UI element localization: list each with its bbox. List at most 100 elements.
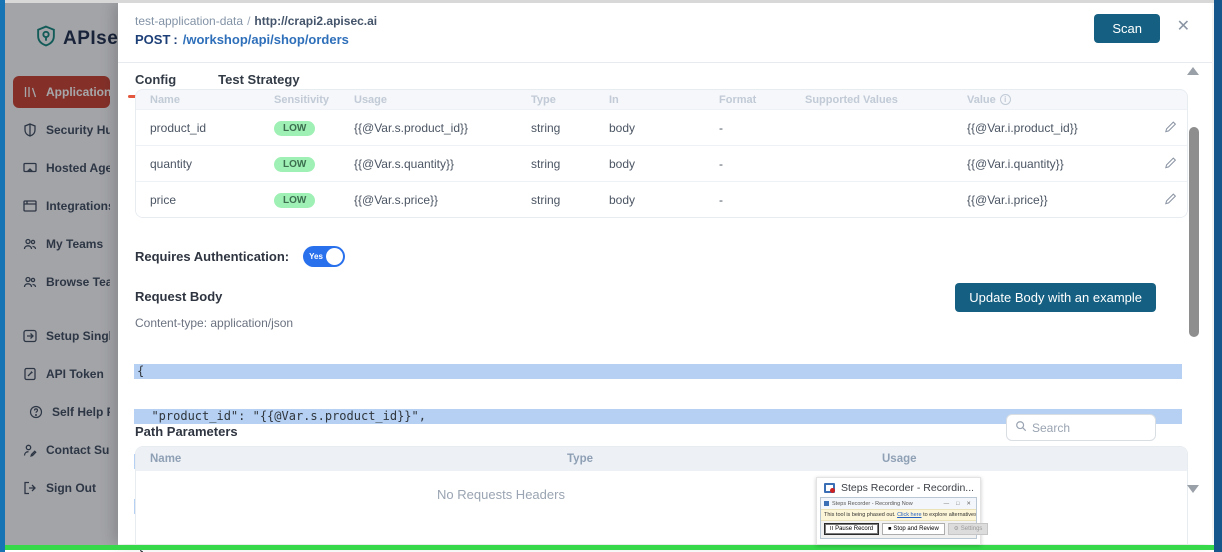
empty-state-text: No Requests Headers xyxy=(426,487,576,502)
col-name: Name xyxy=(136,94,260,106)
steps-recorder-header[interactable]: Steps Recorder - Recordin... xyxy=(817,478,980,497)
code-line: { xyxy=(134,364,1182,379)
param-in: body xyxy=(595,121,705,135)
param-name: price xyxy=(136,193,260,207)
steps-recorder-window: Steps Recorder - Recording Now — □ ✕ Thi… xyxy=(820,497,977,539)
screen: APIsec Applications Security Hub Hosted … xyxy=(0,0,1222,552)
param-name: product_id xyxy=(136,121,260,135)
http-method: POST xyxy=(135,32,170,47)
steps-recorder-popup: Steps Recorder - Recordin... Steps Recor… xyxy=(816,477,981,545)
auth-section: Requires Authentication: Yes xyxy=(135,246,345,267)
breadcrumb-separator: / xyxy=(247,14,250,28)
col-type: Type xyxy=(553,453,868,465)
sensitivity-badge: LOW xyxy=(274,157,315,172)
param-usage: {{@Var.s.product_id}} xyxy=(340,121,517,135)
method-colon: : xyxy=(173,32,177,47)
steps-recorder-mini-icon xyxy=(824,501,829,506)
search-input[interactable] xyxy=(1032,421,1147,435)
table-row: quantity LOW {{@Var.s.quantity}} string … xyxy=(136,145,1187,181)
parameters-table: Name Sensitivity Usage Type In Format Su… xyxy=(135,89,1188,218)
sensitivity-badge: LOW xyxy=(274,193,315,208)
path-parameters-table: Name Type Usage No Requests Headers xyxy=(135,446,1188,544)
param-format: - xyxy=(705,193,791,207)
auth-label: Requires Authentication: xyxy=(135,249,289,264)
close-icon[interactable]: ✕ xyxy=(1177,19,1190,35)
edit-icon[interactable] xyxy=(1163,155,1178,170)
parameters-table-header: Name Sensitivity Usage Type In Format Su… xyxy=(136,90,1187,109)
param-usage: {{@Var.s.quantity}} xyxy=(340,157,517,171)
col-supported-values: Supported Values xyxy=(791,94,953,106)
maximize-icon[interactable]: □ xyxy=(954,501,961,507)
param-format: - xyxy=(705,157,791,171)
param-type: string xyxy=(517,121,595,135)
endpoint-path: /workshop/api/shop/orders xyxy=(183,32,349,47)
param-usage: {{@Var.s.price}} xyxy=(340,193,517,207)
deprecation-banner: This tool is being phased out. Click her… xyxy=(821,509,976,521)
col-usage: Usage xyxy=(340,94,517,106)
close-icon[interactable]: ✕ xyxy=(964,501,973,507)
col-in: In xyxy=(595,94,705,106)
param-in: body xyxy=(595,193,705,207)
param-in: body xyxy=(595,157,705,171)
auth-toggle[interactable]: Yes xyxy=(303,246,345,267)
toggle-knob xyxy=(326,248,343,265)
banner-text: This tool is being phased out. xyxy=(824,512,896,518)
header-divider xyxy=(118,62,1212,63)
endpoint-title: POST: /workshop/api/shop/orders xyxy=(135,32,349,47)
search-box xyxy=(1006,414,1156,441)
capture-border-bottom xyxy=(5,545,1214,550)
param-type: string xyxy=(517,193,595,207)
content-type-label: Content-type: application/json xyxy=(135,316,293,330)
param-value: {{@Var.i.product_id}} xyxy=(953,121,1149,135)
steps-recorder-app-icon xyxy=(824,483,835,493)
col-sensitivity: Sensitivity xyxy=(260,94,340,106)
request-body-title: Request Body xyxy=(135,289,222,304)
sensitivity-badge: LOW xyxy=(274,121,315,136)
col-value: Valuei xyxy=(953,94,1149,106)
breadcrumb: test-application-data / http://crapi2.apis… xyxy=(135,14,377,28)
path-parameters-header: Name Type Usage xyxy=(136,447,1187,471)
toggle-on-label: Yes xyxy=(309,252,323,261)
scroll-up-arrow-icon[interactable] xyxy=(1187,67,1199,75)
capture-border-right xyxy=(1214,0,1222,552)
minimize-icon[interactable]: — xyxy=(942,501,952,507)
stop-icon: ■ xyxy=(888,526,891,532)
scan-button[interactable]: Scan xyxy=(1094,14,1160,43)
pause-record-button[interactable]: IIPause Record xyxy=(824,523,879,535)
settings-button[interactable]: ⚙Settings xyxy=(948,523,989,535)
gear-icon: ⚙ xyxy=(954,526,959,532)
param-name: quantity xyxy=(136,157,260,171)
steps-recorder-toolbar: IIPause Record ■Stop and Review ⚙Setting… xyxy=(821,521,976,538)
table-row: price LOW {{@Var.s.price}} string body -… xyxy=(136,181,1187,217)
steps-recorder-title: Steps Recorder - Recordin... xyxy=(841,482,973,494)
edit-icon[interactable] xyxy=(1163,191,1178,206)
steps-recorder-titlebar: Steps Recorder - Recording Now — □ ✕ xyxy=(821,498,976,509)
param-value: {{@Var.i.quantity}} xyxy=(953,157,1149,171)
scrollbar-thumb[interactable] xyxy=(1189,127,1199,337)
pause-icon: II xyxy=(830,526,833,532)
capture-border-top xyxy=(5,0,1214,3)
edit-icon[interactable] xyxy=(1163,119,1178,134)
click-here-link[interactable]: Click here xyxy=(897,512,921,518)
endpoint-config-modal: test-application-data / http://crapi2.apis… xyxy=(118,3,1212,544)
breadcrumb-host: http://crapi2.apisec.ai xyxy=(254,14,377,28)
banner-text: to explore alternatives. xyxy=(923,512,976,518)
stop-and-review-button[interactable]: ■Stop and Review xyxy=(882,523,945,535)
path-parameters-title: Path Parameters xyxy=(135,424,238,439)
search-icon xyxy=(1015,419,1027,437)
param-type: string xyxy=(517,157,595,171)
info-icon[interactable]: i xyxy=(1000,94,1011,105)
modal-backdrop[interactable] xyxy=(5,3,118,545)
col-format: Format xyxy=(705,94,791,106)
scroll-down-arrow-icon[interactable] xyxy=(1187,485,1199,493)
capture-border-left xyxy=(0,0,5,552)
param-format: - xyxy=(705,121,791,135)
table-row: product_id LOW {{@Var.s.product_id}} str… xyxy=(136,109,1187,145)
update-body-button[interactable]: Update Body with an example xyxy=(955,283,1156,312)
param-value: {{@Var.i.price}} xyxy=(953,193,1149,207)
col-usage: Usage xyxy=(868,453,1187,465)
col-type: Type xyxy=(517,94,595,106)
breadcrumb-application-link[interactable]: test-application-data xyxy=(135,14,243,28)
col-name: Name xyxy=(136,453,553,465)
steps-recorder-window-title: Steps Recorder - Recording Now xyxy=(832,501,939,507)
